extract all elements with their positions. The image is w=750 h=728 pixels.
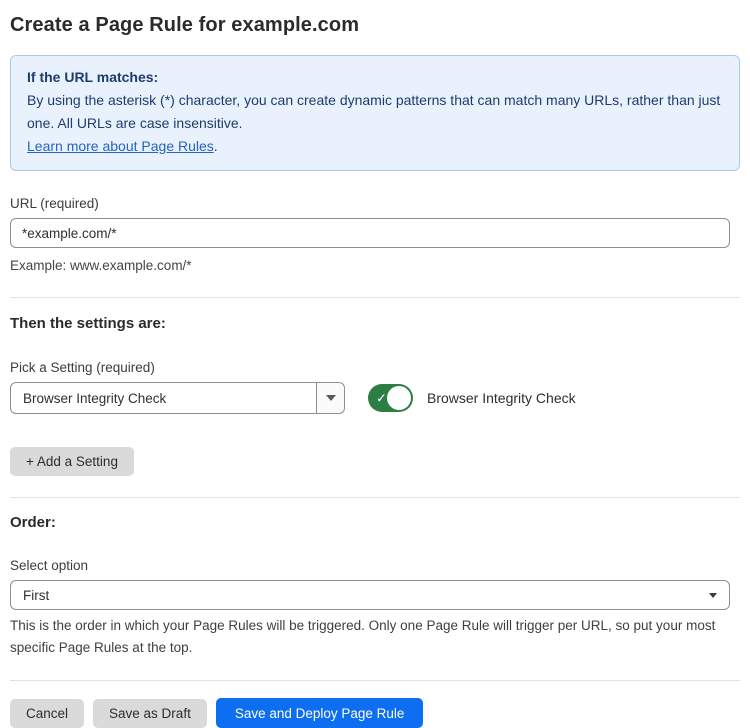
cancel-button[interactable]: Cancel	[10, 699, 84, 728]
learn-more-link[interactable]: Learn more about Page Rules	[27, 138, 214, 154]
save-deploy-button[interactable]: Save and Deploy Page Rule	[216, 698, 424, 728]
check-icon: ✓	[376, 392, 387, 405]
order-helper-text: This is the order in which your Page Rul…	[10, 615, 740, 659]
setting-toggle[interactable]: ✓	[368, 384, 413, 412]
url-label: URL (required)	[10, 196, 740, 211]
divider	[10, 680, 740, 681]
order-section-heading: Order:	[10, 514, 740, 531]
info-link-line: Learn more about Page Rules.	[27, 135, 723, 158]
pick-setting-label: Pick a Setting (required)	[10, 360, 740, 375]
settings-section-heading: Then the settings are:	[10, 315, 740, 332]
setting-row: Browser Integrity Check ✓ Browser Integr…	[10, 382, 740, 414]
setting-select-value: Browser Integrity Check	[11, 391, 316, 406]
divider	[10, 297, 740, 298]
create-page-rule-form: Create a Page Rule for example.com If th…	[0, 0, 750, 728]
info-box-heading: If the URL matches:	[27, 66, 723, 89]
toggle-knob	[387, 386, 411, 410]
page-title: Create a Page Rule for example.com	[10, 14, 740, 37]
select-arrow-button[interactable]	[316, 383, 344, 413]
order-select[interactable]: First	[10, 580, 730, 610]
setting-select[interactable]: Browser Integrity Check	[10, 382, 345, 414]
url-input[interactable]	[10, 218, 730, 248]
order-select-value: First	[11, 588, 709, 603]
order-select-label: Select option	[10, 558, 740, 573]
url-helper-text: Example: www.example.com/*	[10, 255, 740, 276]
url-match-info-box: If the URL matches: By using the asteris…	[10, 55, 740, 171]
action-buttons: Cancel Save as Draft Save and Deploy Pag…	[10, 698, 740, 728]
toggle-label: Browser Integrity Check	[427, 390, 576, 406]
divider	[10, 497, 740, 498]
save-draft-button[interactable]: Save as Draft	[93, 699, 207, 728]
info-link-suffix: .	[214, 138, 218, 154]
chevron-down-icon	[709, 593, 717, 598]
info-box-body: By using the asterisk (*) character, you…	[27, 89, 723, 135]
chevron-down-icon	[326, 395, 336, 401]
add-setting-button[interactable]: + Add a Setting	[10, 447, 134, 476]
